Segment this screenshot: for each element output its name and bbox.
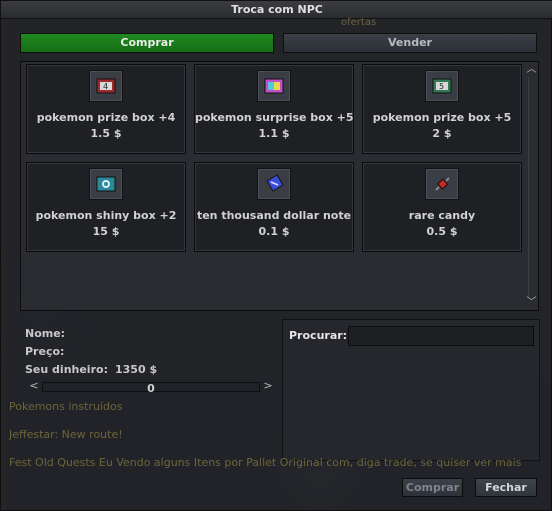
prize-box-icon: 5 — [425, 70, 459, 102]
buy-button[interactable]: Comprar — [402, 478, 463, 497]
chevron-right-icon[interactable]: > — [262, 379, 274, 393]
shiny-box-icon — [89, 168, 123, 200]
item-name: pokemon prize box +5 — [372, 111, 512, 124]
tab-buy[interactable]: Comprar — [20, 33, 274, 53]
npc-trade-window: Troca com NPC ofertas Comprar Vender 4 p… — [0, 0, 552, 511]
quantity-slider[interactable]: < 0 > — [28, 379, 276, 395]
quantity-value: 0 — [147, 382, 155, 395]
window-title[interactable]: Troca com NPC — [1, 1, 552, 19]
scroll-down-icon[interactable]: ﹀ — [525, 297, 538, 308]
name-label: Nome: — [25, 327, 66, 340]
rare-candy-icon — [425, 168, 459, 200]
items-list: 4 pokemon prize box +4 1.5 $ pokemon sur… — [20, 61, 539, 311]
chevron-left-icon[interactable]: < — [28, 379, 40, 393]
item-name: pokemon shiny box +2 — [35, 209, 177, 222]
item-price: 2 $ — [432, 127, 452, 140]
item-price: 15 $ — [92, 225, 120, 238]
chat-line: Jeffestar: New route! — [9, 428, 123, 441]
money-label: Seu dinheiro: — [25, 363, 108, 376]
chat-line: Fest Old Quests Eu Vendo alguns Itens po… — [9, 456, 522, 469]
tab-sell[interactable]: Vender — [283, 33, 537, 53]
item-price: 0.5 $ — [426, 225, 458, 238]
surprise-box-icon — [257, 70, 291, 102]
trade-info: Nome: Preço: Seu dinheiro: 1350 $ < 0 > — [20, 319, 274, 401]
scroll-up-icon[interactable]: ︿ — [525, 64, 538, 75]
money-value: 1350 $ — [115, 363, 158, 376]
item-card[interactable]: pokemon shiny box +2 15 $ — [26, 162, 186, 252]
game-chat-overlay: Pokemons instruídos Jeffestar: New route… — [9, 397, 552, 481]
offers-tag: ofertas — [341, 17, 377, 28]
item-card[interactable]: rare candy 0.5 $ — [362, 162, 522, 252]
search-label: Procurar: — [289, 329, 348, 342]
money-row: Seu dinheiro: — [25, 363, 108, 376]
close-button[interactable]: Fechar — [475, 478, 537, 497]
chat-line: Pokemons instruídos — [9, 400, 123, 413]
items-scrollbar[interactable]: ︿ ﹀ — [525, 62, 538, 310]
item-name: rare candy — [408, 209, 476, 222]
item-name: pokemon surprise box +5 — [195, 111, 354, 124]
quantity-track[interactable]: 0 — [42, 382, 260, 395]
item-name: pokemon prize box +4 — [36, 111, 176, 124]
item-card[interactable]: ten thousand dollar note 0.1 $ — [194, 162, 354, 252]
item-name: ten thousand dollar note — [196, 209, 352, 222]
search-input[interactable] — [348, 326, 534, 346]
svg-text:4: 4 — [103, 82, 108, 91]
item-price: 1.1 $ — [258, 127, 290, 140]
dollar-note-icon — [257, 168, 291, 200]
item-price: 1.5 $ — [90, 127, 122, 140]
item-card[interactable]: 4 pokemon prize box +4 1.5 $ — [26, 64, 186, 154]
price-label: Preço: — [25, 345, 65, 358]
item-card[interactable]: 5 pokemon prize box +5 2 $ — [362, 64, 522, 154]
item-card[interactable]: pokemon surprise box +5 1.1 $ — [194, 64, 354, 154]
prize-box-icon: 4 — [89, 70, 123, 102]
scroll-track[interactable] — [528, 77, 535, 297]
item-price: 0.1 $ — [258, 225, 290, 238]
svg-text:5: 5 — [439, 82, 444, 91]
